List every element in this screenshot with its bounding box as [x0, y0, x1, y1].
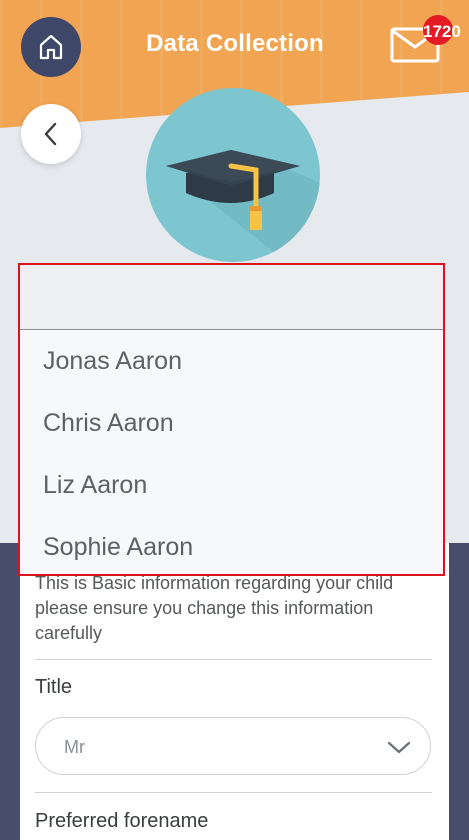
- preferred-forename-label: Preferred forename: [35, 810, 209, 832]
- dropdown-option[interactable]: Liz Aaron: [43, 471, 147, 500]
- chevron-left-icon: [44, 122, 57, 146]
- dropdown-input[interactable]: [20, 265, 443, 330]
- chevron-down-icon: [387, 741, 411, 754]
- title-label: Title: [35, 676, 73, 698]
- divider: [35, 792, 432, 793]
- avatar: [146, 88, 320, 262]
- home-button[interactable]: [21, 17, 81, 77]
- name-dropdown[interactable]: Jonas Aaron Chris Aaron Liz Aaron Sophie…: [18, 263, 445, 576]
- title-select[interactable]: Mr: [35, 717, 431, 775]
- divider: [35, 659, 432, 660]
- back-button[interactable]: [21, 104, 81, 164]
- dropdown-option[interactable]: Chris Aaron: [43, 409, 174, 438]
- home-icon: [39, 34, 63, 60]
- page-title: Data Collection: [146, 30, 324, 57]
- intro-text: This is Basic information regarding your…: [35, 573, 394, 643]
- graduation-cap-icon: [166, 150, 320, 262]
- title-select-value: Mr: [64, 737, 85, 757]
- dropdown-option[interactable]: Sophie Aaron: [43, 533, 193, 562]
- mail-badge-count: 1720: [423, 22, 461, 41]
- dropdown-option[interactable]: Jonas Aaron: [43, 347, 182, 376]
